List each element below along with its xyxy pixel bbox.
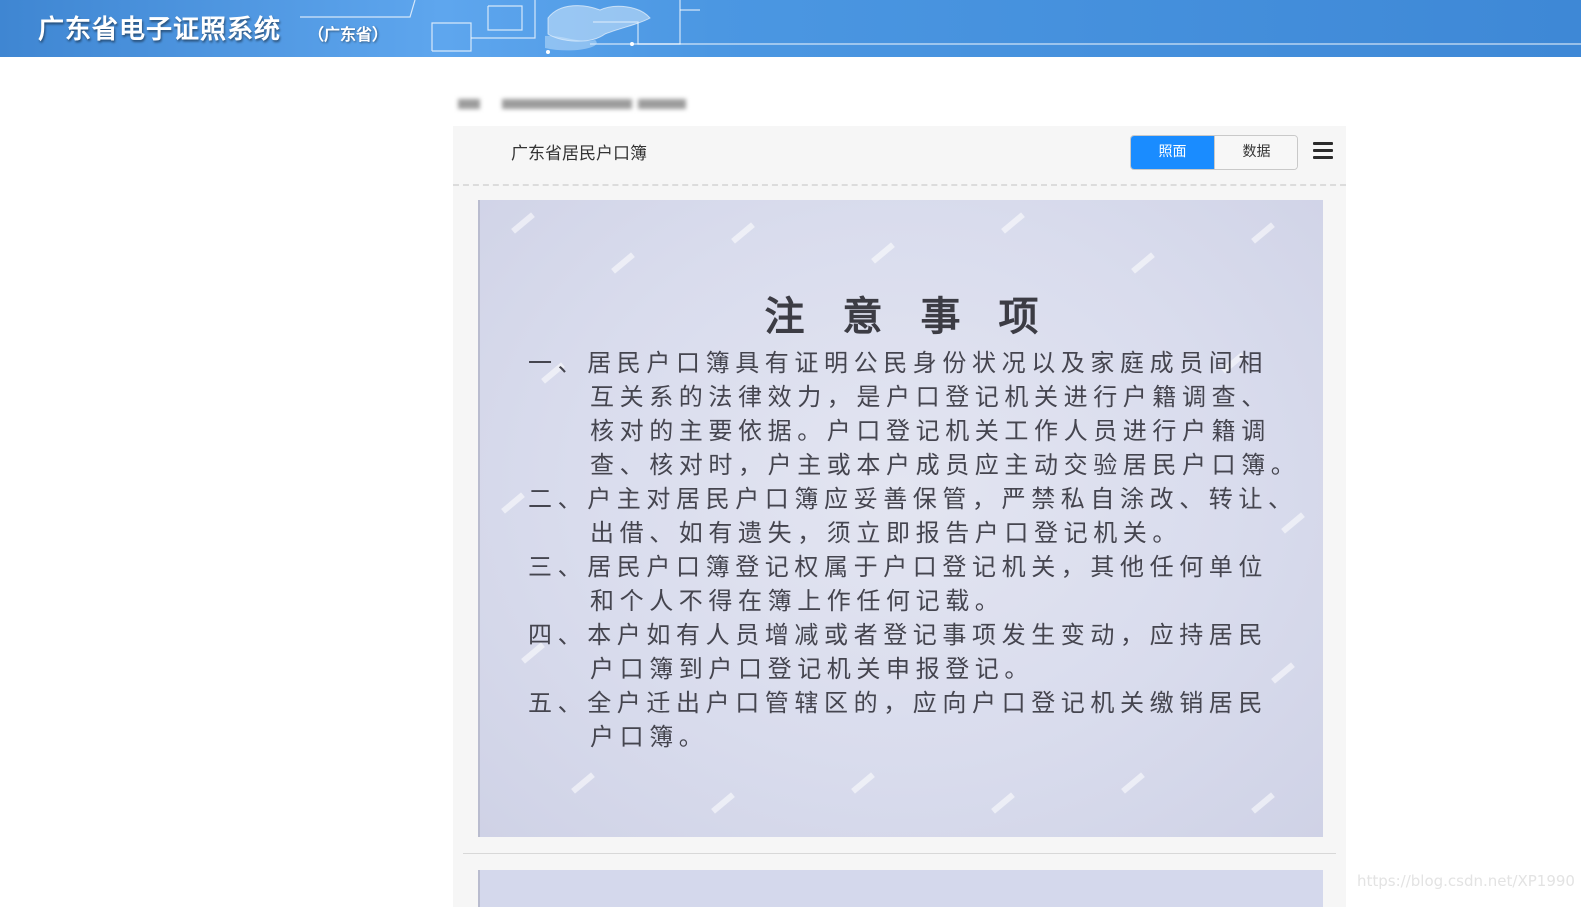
certificate-panel: 广东省居民户口簿 照面 数据 注意事项 一、居民户口簿具有证明公民身份状况以及家… (453, 126, 1346, 907)
notice-line: 户口簿。 (590, 723, 709, 751)
panel-header: 广东省居民户口簿 照面 数据 (453, 126, 1346, 186)
tab-data-view[interactable]: 数据 (1214, 136, 1297, 169)
system-title: 广东省电子证照系统 (38, 15, 282, 45)
source-watermark: https://blog.csdn.net/XP1990 (1357, 872, 1575, 890)
scanned-page-image: 注意事项 一、居民户口簿具有证明公民身份状况以及家庭成员间相 互关系的法律效力，… (478, 200, 1323, 837)
document-title: 广东省居民户口簿 (511, 144, 647, 164)
notice-line: 四、本户如有人员增减或者登记事项发生变动，应持居民 (528, 621, 1268, 649)
page-divider (463, 853, 1336, 854)
notice-line: 核对的主要依据。户口登记机关工作人员进行户籍调 (590, 417, 1271, 445)
notice-line: 查、核对时，户主或本户成员应主动交验居民户口簿。 (590, 451, 1301, 479)
redacted-breadcrumb (452, 96, 694, 112)
notice-line: 和个人不得在簿上作任何记载。 (590, 587, 1005, 615)
notice-heading: 注意事项 (764, 293, 1077, 340)
hamburger-menu-icon[interactable] (1313, 142, 1335, 162)
header-banner: 广东省电子证照系统 （广东省） (0, 0, 1581, 57)
next-scanned-page-image (478, 870, 1323, 907)
notice-line: 出借、如有遗失，须立即报告户口登记机关。 (590, 519, 1182, 547)
notice-line: 互关系的法律效力，是户口登记机关进行户籍调查、 (590, 383, 1271, 411)
notice-line: 一、居民户口簿具有证明公民身份状况以及家庭成员间相 (528, 349, 1268, 377)
system-region: （广东省） (308, 25, 389, 44)
notice-line: 户口簿到户口登记机关申报登记。 (590, 655, 1034, 683)
view-toggle: 照面 数据 (1130, 135, 1298, 170)
notice-line: 五、全户迁出户口管辖区的，应向户口登记机关缴销居民 (528, 689, 1268, 717)
notice-line: 二、户主对居民户口簿应妥善保管，严禁私自涂改、转让、 (528, 485, 1298, 513)
notice-line: 三、居民户口簿登记权属于户口登记机关，其他任何单位 (528, 553, 1268, 581)
tab-photo-view[interactable]: 照面 (1131, 136, 1214, 169)
